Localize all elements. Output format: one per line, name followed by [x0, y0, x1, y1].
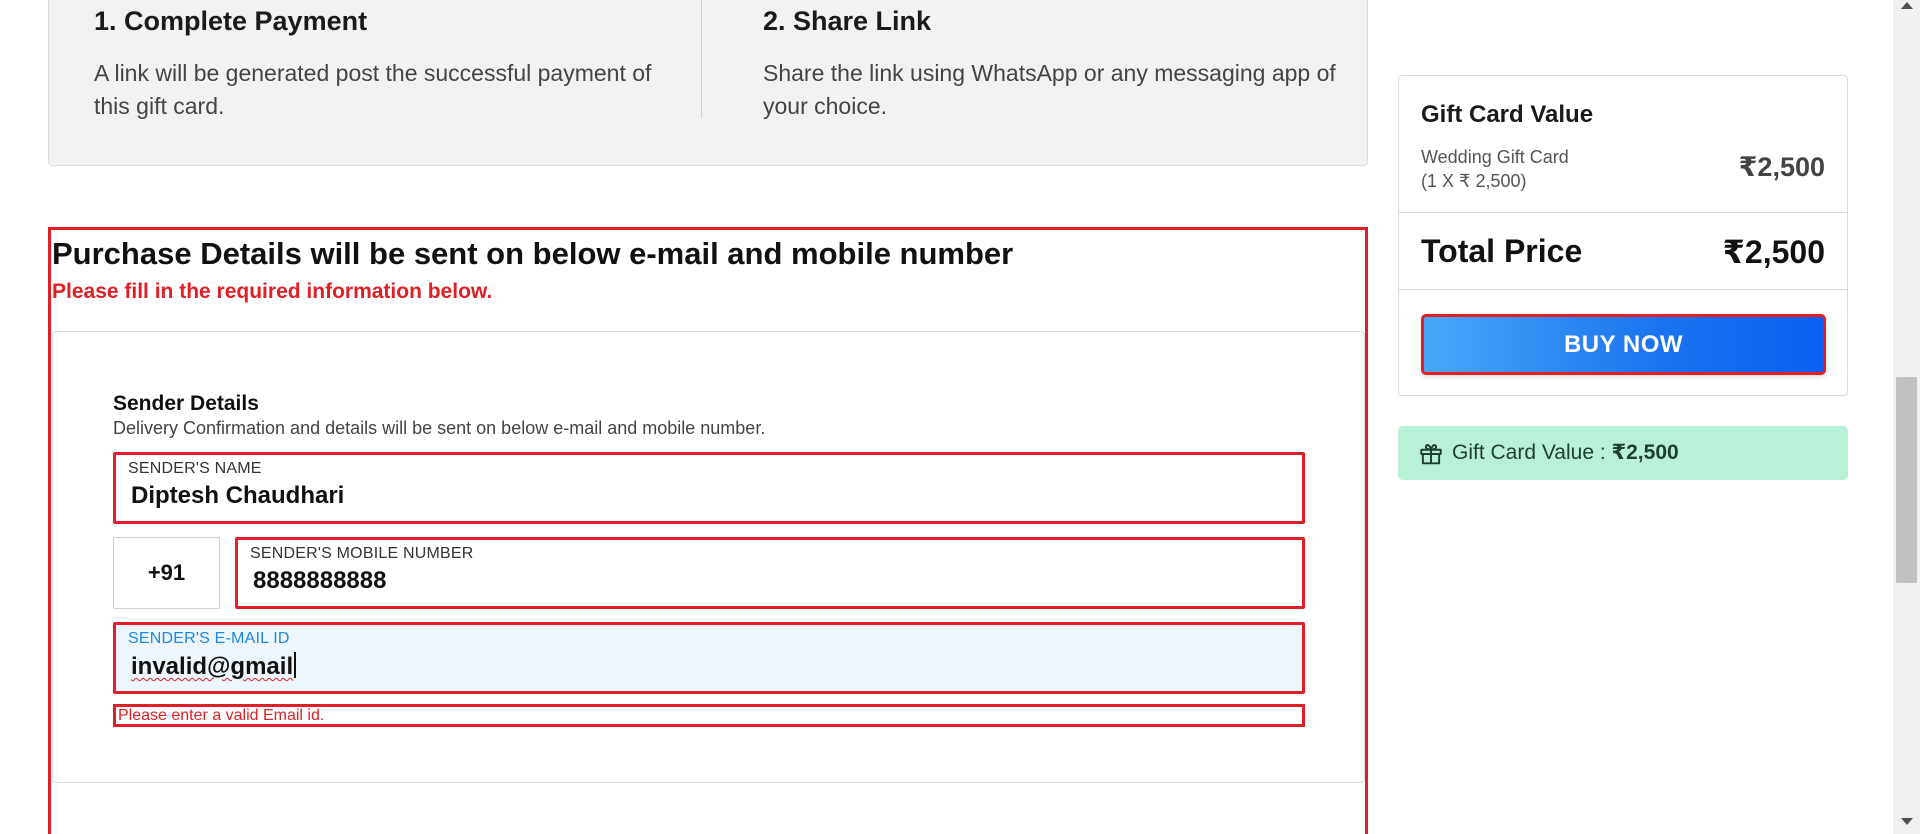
country-code-select[interactable]: +91 — [113, 537, 220, 609]
item-details: Wedding Gift Card (1 X ₹ 2,500) — [1421, 145, 1569, 193]
total-price-label: Total Price — [1421, 233, 1583, 269]
sender-name-label: SENDER'S NAME — [128, 460, 262, 477]
step-title: 2. Share Link — [763, 6, 932, 36]
banner-label: Gift Card Value : — [1452, 441, 1612, 464]
country-code-value: +91 — [147, 560, 186, 585]
purchase-heading: Purchase Details will be sent on below e… — [52, 236, 1014, 271]
step-text: Share the link using WhatsApp or any mes… — [763, 60, 1336, 119]
sender-email-field[interactable]: SENDER'S E-MAIL ID invalid@gmail — [113, 622, 1305, 694]
page-scrollbar[interactable] — [1893, 0, 1920, 834]
item-name: Wedding Gift Card — [1421, 147, 1569, 167]
sender-email-label: SENDER'S E-MAIL ID — [128, 630, 290, 647]
step-share-link: 2. Share Link Share the link using Whats… — [763, 0, 1343, 123]
total-price-value: ₹2,500 — [1722, 234, 1825, 270]
step-complete-payment: 1. Complete Payment A link will be gener… — [94, 0, 654, 123]
sender-email-value: invalid@gmail — [131, 653, 294, 680]
step-title: 1. Complete Payment — [94, 6, 368, 36]
sender-email-input[interactable]: invalid@gmail — [131, 652, 297, 681]
divider — [1399, 289, 1847, 290]
email-error-message: Please enter a valid Email id. — [113, 704, 1305, 727]
scroll-down-arrow-icon[interactable] — [1901, 818, 1913, 825]
buy-now-button[interactable]: BUY NOW — [1421, 314, 1826, 375]
required-info-message: Please fill in the required information … — [52, 280, 493, 303]
sender-details-subtitle: Delivery Confirmation and details will b… — [113, 418, 766, 438]
banner-value: ₹2,500 — [1611, 441, 1679, 464]
order-summary-card: Gift Card Value Wedding Gift Card (1 X ₹… — [1398, 75, 1848, 396]
gift-card-value-title: Gift Card Value — [1421, 101, 1594, 128]
scrollbar-thumb[interactable] — [1896, 377, 1917, 583]
item-price: ₹2,500 — [1738, 152, 1825, 182]
sender-details-card: Sender Details Delivery Confirmation and… — [52, 331, 1365, 783]
sender-details-title: Sender Details — [113, 392, 259, 415]
sender-mobile-field[interactable]: SENDER'S MOBILE NUMBER 8888888888 — [235, 537, 1305, 609]
step-divider — [701, 0, 702, 118]
gift-icon — [1420, 444, 1442, 465]
sender-name-field[interactable]: SENDER'S NAME Diptesh Chaudhari — [113, 452, 1305, 524]
sender-name-value[interactable]: Diptesh Chaudhari — [131, 482, 344, 510]
scroll-up-arrow-icon[interactable] — [1901, 2, 1913, 9]
divider — [1399, 212, 1847, 213]
text-caret — [294, 652, 297, 678]
gift-card-value-banner: Gift Card Value : ₹2,500 — [1398, 426, 1848, 480]
step-text: A link will be generated post the succes… — [94, 60, 652, 119]
banner-text: Gift Card Value : ₹2,500 — [1452, 440, 1679, 465]
steps-panel: 1. Complete Payment A link will be gener… — [48, 0, 1368, 166]
sender-mobile-value[interactable]: 8888888888 — [253, 567, 386, 595]
sender-mobile-label: SENDER'S MOBILE NUMBER — [250, 545, 474, 562]
item-quantity: (1 X ₹ 2,500) — [1421, 171, 1527, 191]
purchase-details-section: Purchase Details will be sent on below e… — [48, 227, 1368, 834]
